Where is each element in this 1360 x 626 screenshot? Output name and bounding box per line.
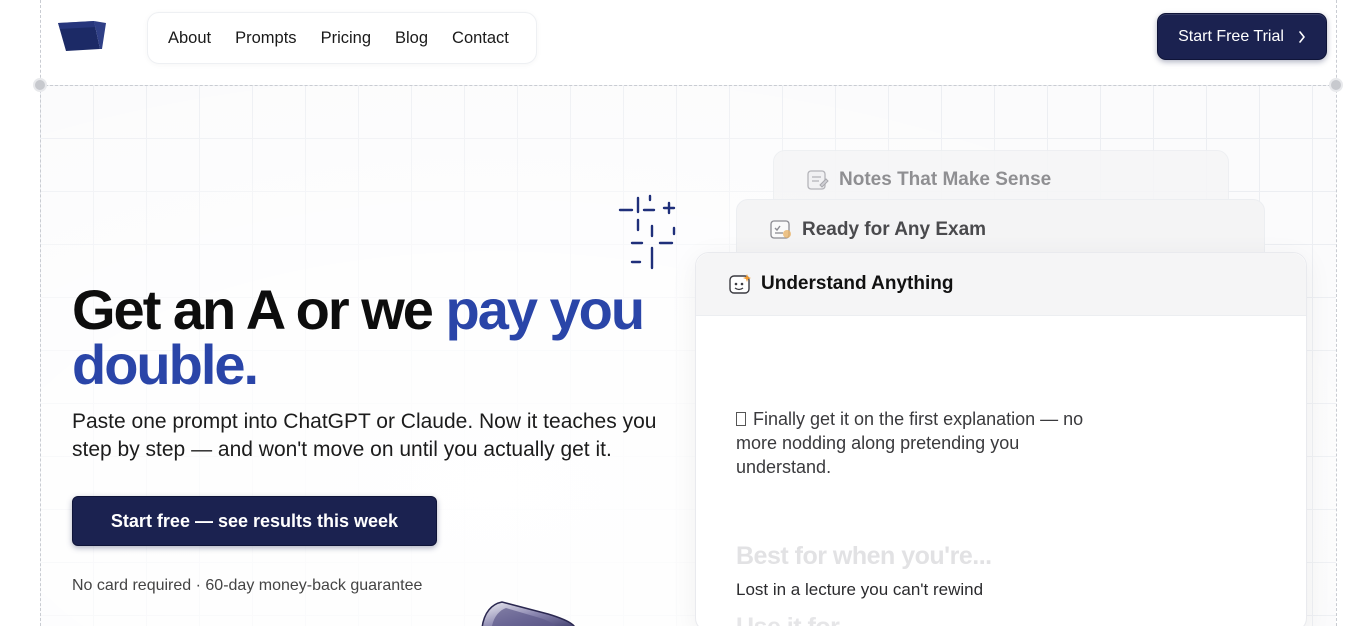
chevron-right-icon — [1299, 30, 1305, 43]
start-free-trial-button[interactable]: Start Free Trial — [1157, 13, 1327, 60]
notes-icon — [807, 170, 829, 190]
tab-understand[interactable]: Understand Anything — [696, 253, 1306, 316]
tab-exam-label: Ready for Any Exam — [802, 219, 987, 240]
nav-link-contact[interactable]: Contact — [452, 29, 509, 48]
tab-notes-label: Notes That Make Sense — [839, 169, 1052, 190]
hero-subtitle: Paste one prompt into ChatGPT or Claude.… — [72, 410, 657, 461]
feature-card: Understand Anything Finally get it on th… — [695, 252, 1307, 626]
nav-link-prompts[interactable]: Prompts — [235, 29, 296, 48]
use-it-for-heading: Use it for... — [736, 613, 858, 626]
main-nav: About Prompts Pricing Blog Contact — [147, 12, 537, 64]
frame-corner-dot-right — [1329, 78, 1343, 92]
device-illustration — [481, 601, 575, 626]
checkbox-glyph-icon — [736, 412, 746, 426]
guarantee-note: No card required · 60-day money-back gua… — [72, 577, 423, 594]
feature-description: Finally get it on the first explanation … — [736, 407, 1116, 479]
sparkle-card-icon — [729, 274, 751, 294]
tab-understand-label: Understand Anything — [761, 273, 954, 294]
exam-icon — [770, 220, 791, 239]
nav-link-blog[interactable]: Blog — [395, 29, 428, 48]
start-free-trial-label: Start Free Trial — [1178, 27, 1284, 45]
frame-top-line — [40, 85, 1336, 86]
frame-corner-dot-left — [33, 78, 47, 92]
best-for-text: Lost in a lecture you can't rewind — [736, 580, 984, 599]
frame-right-line — [1336, 0, 1337, 626]
best-for-heading: Best for when you're... — [736, 542, 992, 570]
sparkle-icon — [618, 194, 676, 270]
hero-title: Get an A or we pay you double. — [72, 282, 672, 393]
nav-link-about[interactable]: About — [168, 29, 211, 48]
brand-logo-icon[interactable] — [56, 19, 108, 53]
hero-title-plain: Get an A or we — [72, 278, 446, 341]
feature-description-text: Finally get it on the first explanation … — [736, 409, 1084, 477]
nav-link-pricing[interactable]: Pricing — [321, 29, 371, 48]
start-free-button[interactable]: Start free — see results this week — [72, 496, 437, 546]
frame-left-line — [40, 0, 41, 626]
